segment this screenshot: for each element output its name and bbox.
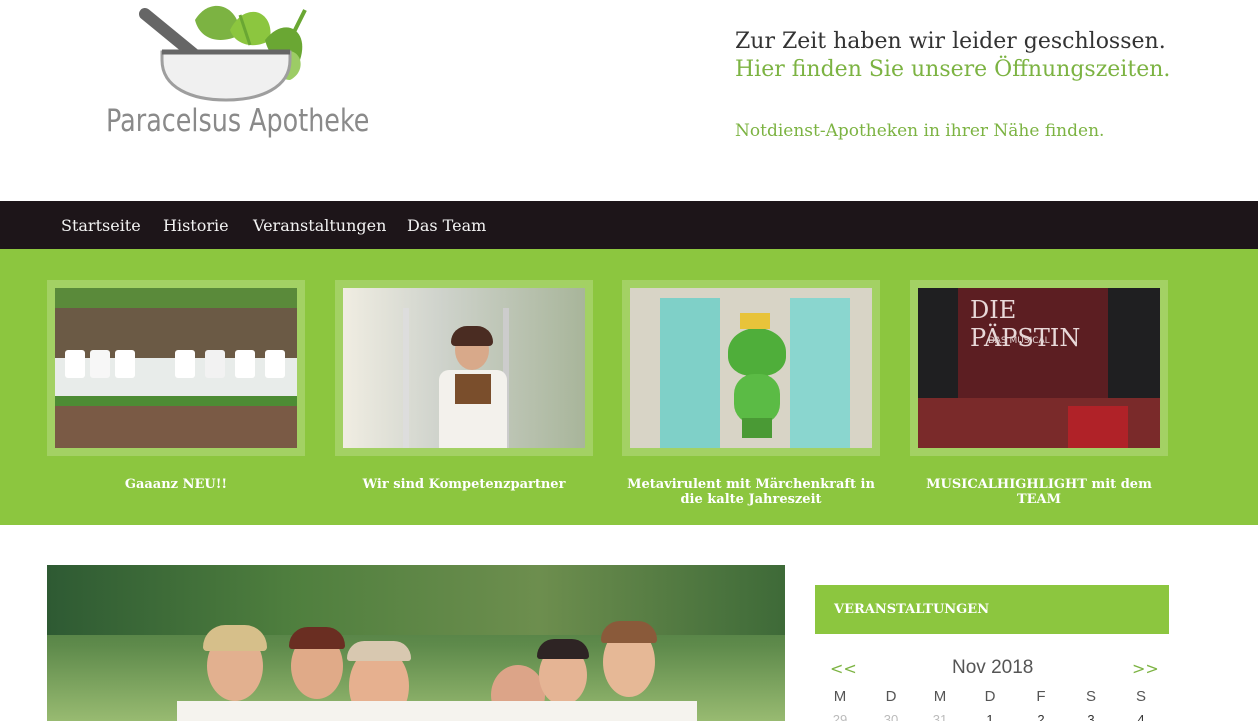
featured-card[interactable] xyxy=(47,280,305,456)
pharmacy-shelf-image[interactable] xyxy=(55,288,297,448)
featured-card[interactable]: DIE PÄPSTIN DAS MUSICAL xyxy=(910,280,1168,456)
calendar-weekday: D xyxy=(984,688,996,705)
featured-caption[interactable]: MUSICALHIGHLIGHT mit dem TEAM xyxy=(910,477,1168,507)
opening-hours-link[interactable]: Hier finden Sie unsere Öffnungszeiten. xyxy=(735,56,1170,84)
logo-text[interactable]: Paracelsus Apotheke xyxy=(106,103,369,139)
closed-notice: Zur Zeit haben wir leider geschlossen. xyxy=(735,29,1166,54)
site-header: Paracelsus Apotheke Zur Zeit haben wir l… xyxy=(0,0,1258,201)
calendar-day[interactable]: 4 xyxy=(1131,712,1151,721)
calendar-month: Nov 2018 xyxy=(952,657,1034,678)
featured-posts: Gaaanz NEU!! Wir sind Kompetenzpartner M… xyxy=(0,249,1258,525)
events-widget-title: VERANSTALTUNGEN xyxy=(815,585,1169,634)
calendar-day[interactable]: 2 xyxy=(1031,712,1051,721)
calendar-weekday: S xyxy=(1085,688,1096,705)
featured-card[interactable] xyxy=(622,280,880,456)
emergency-pharmacy-link[interactable]: Notdienst-Apotheken in ihrer Nähe finden… xyxy=(735,121,1104,141)
calendar-weekday: D xyxy=(885,688,897,705)
calendar-next-button[interactable]: >> xyxy=(1132,659,1159,678)
calendar-weekday: M xyxy=(833,688,847,705)
pharmacist-image[interactable] xyxy=(343,288,585,448)
calendar-weekday: F xyxy=(1036,688,1046,705)
calendar-day[interactable]: 3 xyxy=(1081,712,1101,721)
nav-item-historie[interactable]: Historie xyxy=(163,216,229,235)
featured-card[interactable] xyxy=(335,280,593,456)
calendar-weekday: M xyxy=(933,688,947,705)
calendar-day[interactable]: 29 xyxy=(830,712,850,721)
header-status: Zur Zeit haben wir leider geschlossen. H… xyxy=(735,28,1170,84)
frog-king-image[interactable] xyxy=(630,288,872,448)
musical-poster-subtitle: DAS MUSICAL xyxy=(988,336,1050,346)
featured-caption[interactable]: Wir sind Kompetenzpartner xyxy=(335,477,593,492)
calendar-day[interactable]: 31 xyxy=(930,712,950,721)
featured-caption[interactable]: Metavirulent mit Märchenkraft in die kal… xyxy=(622,477,880,507)
calendar-weekday: S xyxy=(1135,688,1146,705)
nav-item-startseite[interactable]: Startseite xyxy=(61,216,141,235)
nav-item-das-team[interactable]: Das Team xyxy=(407,216,486,235)
nav-item-veranstaltungen[interactable]: Veranstaltungen xyxy=(253,216,386,235)
calendar-day[interactable]: 30 xyxy=(881,712,901,721)
calendar-day[interactable]: 1 xyxy=(980,712,1000,721)
team-photo[interactable] xyxy=(47,565,785,721)
musical-ticket-image[interactable]: DIE PÄPSTIN DAS MUSICAL xyxy=(918,288,1160,448)
main-navigation: Startseite Historie Veranstaltungen Das … xyxy=(0,201,1258,249)
featured-caption[interactable]: Gaaanz NEU!! xyxy=(47,477,305,492)
calendar-prev-button[interactable]: << xyxy=(830,659,857,678)
